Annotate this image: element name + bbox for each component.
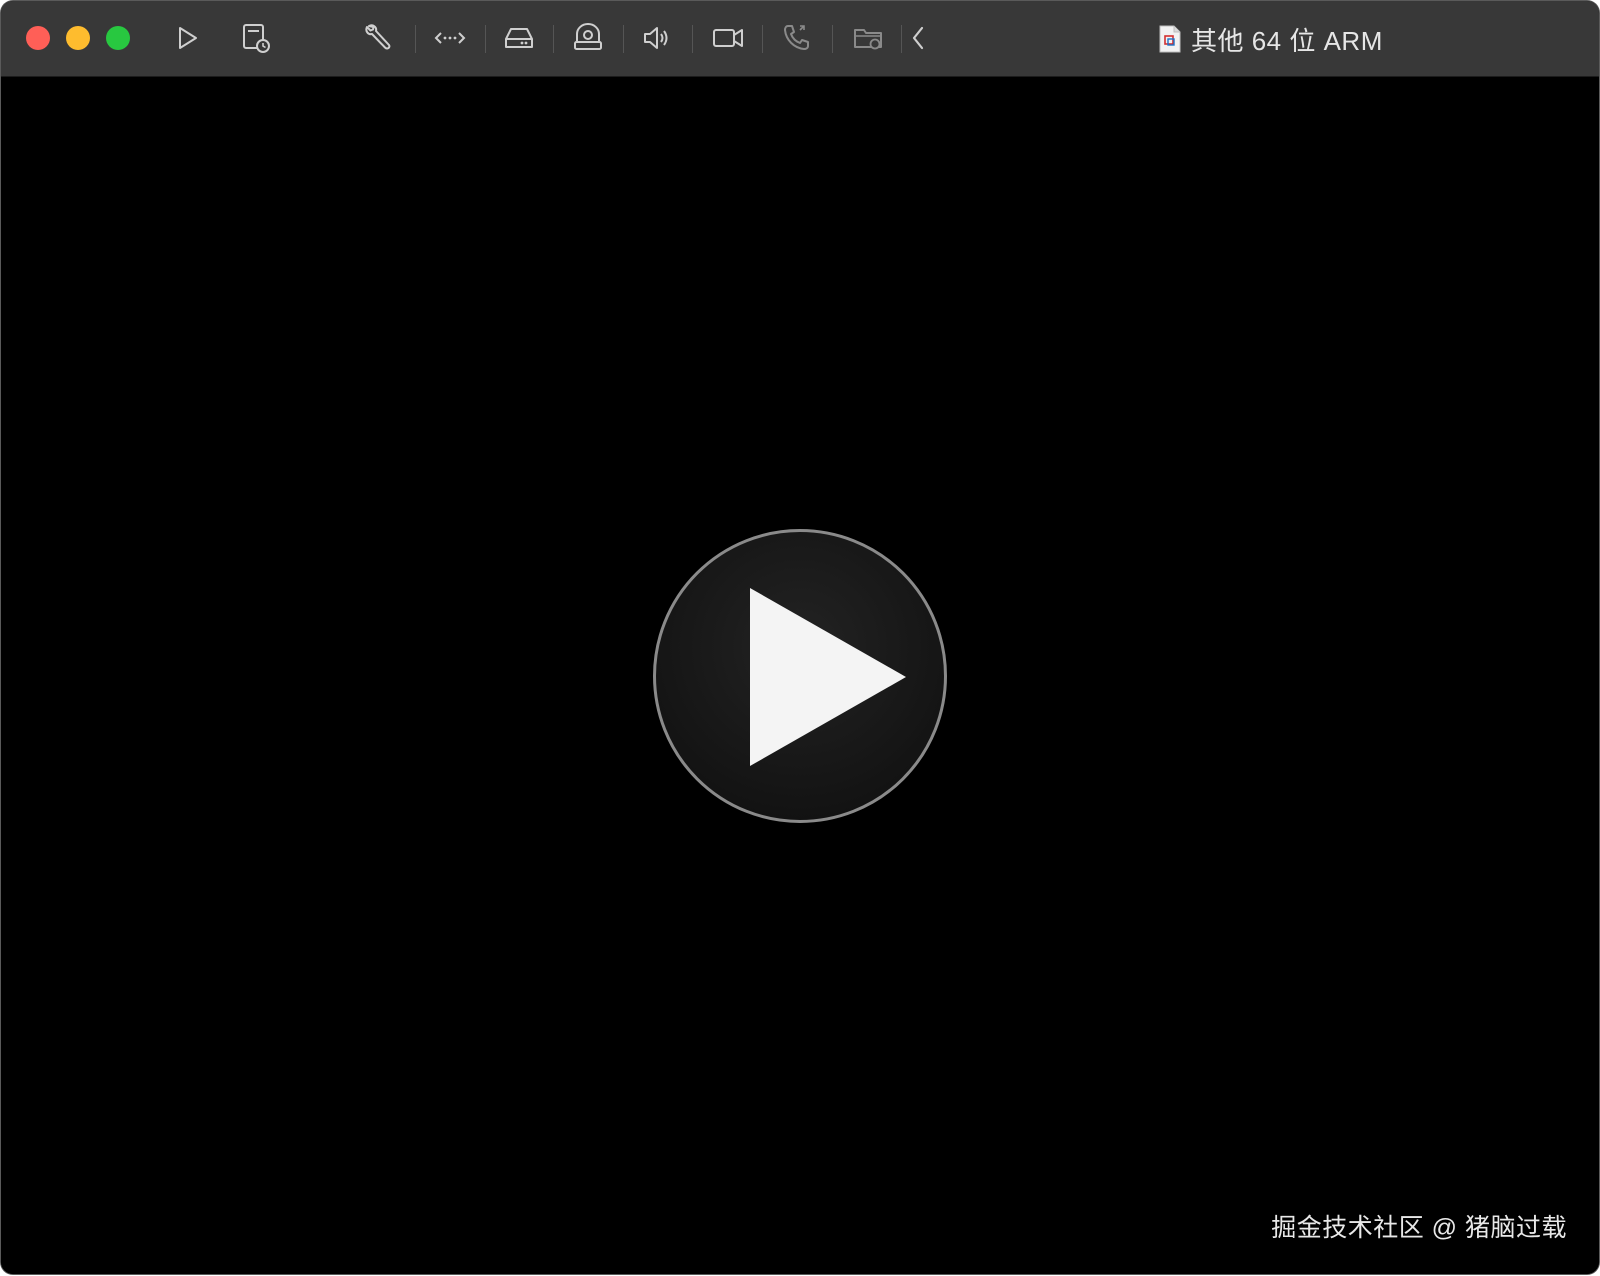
phone-icon (784, 25, 809, 50)
speaker-icon (644, 27, 668, 49)
settings-button[interactable] (360, 19, 398, 57)
shared-folder-icon (854, 29, 882, 50)
camera-device-button[interactable] (569, 19, 607, 57)
vm-window: 其他 64 位 ARM 掘金技术社区 @ 猪脑过载 (1, 1, 1599, 1274)
window-title: 其他 64 位 ARM (1191, 25, 1383, 56)
window-title-group: 其他 64 位 ARM (1159, 21, 1383, 57)
play-icon (750, 588, 906, 766)
network-button[interactable] (431, 19, 469, 57)
webcam-icon (574, 23, 602, 50)
watermark: 掘金技术社区 @ 猪脑过载 (1271, 1214, 1567, 1242)
hard-disk-icon (505, 28, 533, 48)
vm-display[interactable]: 掘金技术社区 @ 猪脑过载 (1, 77, 1599, 1274)
disk-button[interactable] (500, 19, 538, 57)
maximize-button[interactable] (106, 26, 130, 50)
start-vm-overlay-button[interactable] (653, 529, 947, 823)
play-icon (179, 27, 197, 49)
minimize-button[interactable] (66, 26, 90, 50)
network-icon (434, 32, 466, 44)
chevron-left-icon (912, 26, 924, 50)
shared-folder-button[interactable] (850, 19, 888, 57)
collapse-toolbar-button[interactable] (901, 19, 937, 57)
wrench-icon (365, 24, 391, 50)
titlebar: 其他 64 位 ARM (1, 1, 1599, 77)
sound-button[interactable] (638, 19, 676, 57)
start-vm-button[interactable] (168, 19, 206, 57)
phone-button[interactable] (778, 19, 816, 57)
video-button[interactable] (709, 19, 747, 57)
close-button[interactable] (26, 26, 50, 50)
snapshot-button[interactable] (237, 19, 275, 57)
camera-icon (713, 29, 743, 47)
vm-document-icon (1159, 25, 1181, 53)
snapshot-icon (243, 24, 270, 53)
